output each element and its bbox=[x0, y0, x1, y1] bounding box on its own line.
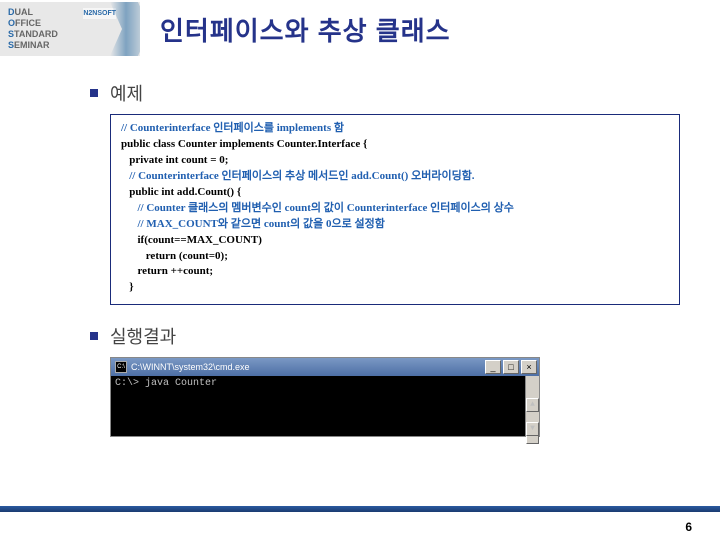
section-result-head: 실행결과 bbox=[90, 323, 680, 349]
bullet-icon bbox=[90, 332, 98, 340]
code-line: } bbox=[121, 281, 134, 293]
close-button[interactable]: × bbox=[521, 360, 537, 374]
brand-label: N2NSOFT bbox=[83, 8, 116, 19]
code-line: if(count==MAX_COUNT) bbox=[121, 234, 262, 246]
window-buttons: _ □ × bbox=[485, 360, 537, 374]
code-comment: // Counterinterface 인터페이스의 추상 메서드인 add.C… bbox=[121, 170, 475, 182]
cmd-icon bbox=[115, 361, 127, 373]
console-titlebar: C:\WINNT\system32\cmd.exe _ □ × bbox=[111, 358, 539, 376]
section-example-label: 예제 bbox=[110, 80, 143, 106]
slide-content: 예제 // Counterinterface 인터페이스를 implements… bbox=[0, 58, 720, 437]
console-title-text: C:\WINNT\system32\cmd.exe bbox=[131, 362, 485, 372]
minimize-button[interactable]: _ bbox=[485, 360, 501, 374]
logo-block: N2NSOFT DUAL OFFICE STANDARD SEMINAR bbox=[0, 2, 140, 56]
code-comment: // Counter 클래스의 멤버변수인 count의 값이 Counteri… bbox=[121, 202, 514, 214]
console-output: C:\> java Counter bbox=[115, 378, 217, 389]
maximize-button[interactable]: □ bbox=[503, 360, 519, 374]
code-box: // Counterinterface 인터페이스를 implements 함 … bbox=[110, 114, 680, 305]
section-example-head: 예제 bbox=[90, 80, 680, 106]
code-line: public class Counter implements Counter.… bbox=[121, 138, 367, 150]
code-line: private int count = 0; bbox=[121, 154, 228, 166]
vertical-scrollbar[interactable]: ▲ ▼ bbox=[525, 376, 539, 436]
page-number: 6 bbox=[685, 520, 692, 534]
scroll-down-icon[interactable]: ▼ bbox=[526, 422, 539, 436]
section-result-label: 실행결과 bbox=[110, 323, 176, 349]
code-comment: // MAX_COUNT와 같으면 count의 값을 0으로 설정함 bbox=[121, 218, 385, 230]
scroll-up-icon[interactable]: ▲ bbox=[526, 398, 539, 412]
footer-divider bbox=[0, 506, 720, 512]
console-body: C:\> java Counter ▲ ▼ bbox=[111, 376, 539, 436]
console-window: C:\WINNT\system32\cmd.exe _ □ × C:\> jav… bbox=[110, 357, 540, 437]
code-line: return (count=0); bbox=[121, 250, 228, 262]
code-comment: // Counterinterface 인터페이스를 implements 함 bbox=[121, 122, 344, 134]
slide-title: 인터페이스와 추상 클래스 bbox=[160, 11, 451, 48]
bullet-icon bbox=[90, 89, 98, 97]
slide-header: N2NSOFT DUAL OFFICE STANDARD SEMINAR 인터페… bbox=[0, 0, 720, 58]
code-line: public int add.Count() { bbox=[121, 186, 241, 198]
code-line: return ++count; bbox=[121, 265, 213, 277]
